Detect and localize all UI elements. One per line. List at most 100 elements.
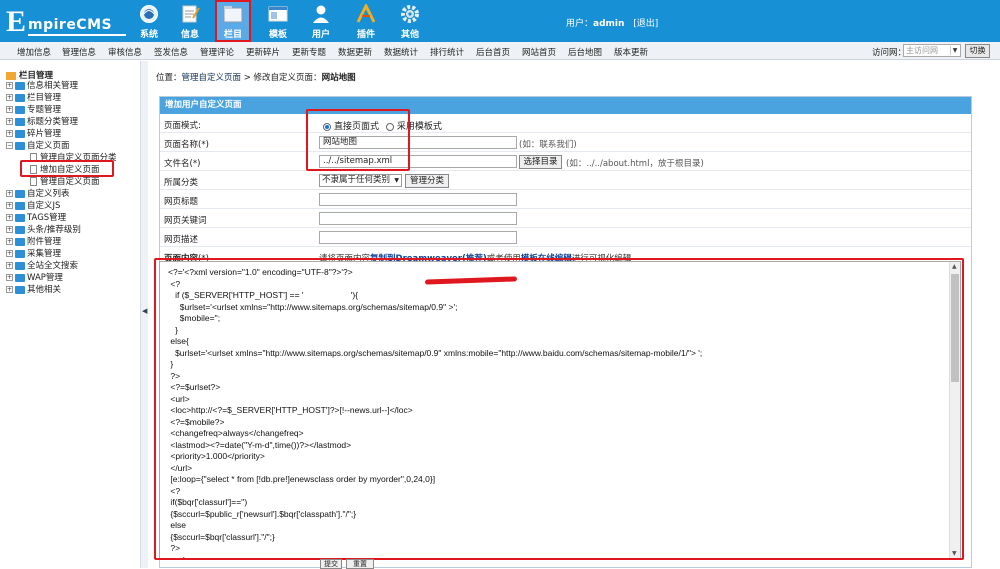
chevron-down-icon: ▼ [394, 177, 399, 184]
menu-add-info[interactable]: 增加信息 [17, 46, 51, 58]
expand-icon[interactable]: + [6, 238, 13, 245]
menu-update-topics[interactable]: 更新专题 [292, 46, 326, 58]
sidebar-item-fulltext-search[interactable]: + 全站全文搜索 [6, 260, 78, 272]
page-title-input[interactable] [319, 193, 517, 206]
nav-user-label: 用户 [311, 30, 330, 40]
sidebar-item-wap[interactable]: + WAP管理 [6, 272, 63, 284]
sidebar-item-custom-page[interactable]: − 自定义页面 [6, 140, 70, 152]
sidebar-item-label: 碎片管理 [27, 129, 62, 139]
sidebar-item-topic-manage[interactable]: + 专题管理 [6, 104, 61, 116]
folder-icon [15, 201, 25, 210]
nav-user-button[interactable]: 用户 [305, 2, 337, 40]
user-icon [313, 5, 329, 23]
menu-rank-stats[interactable]: 排行统计 [430, 46, 464, 58]
category-select-value: 不隶属于任何类别 [322, 175, 391, 185]
menu-data-update[interactable]: 数据更新 [338, 46, 372, 58]
folder-icon [15, 213, 25, 222]
sidebar-item-label: 专题管理 [27, 105, 62, 115]
expand-icon[interactable]: + [6, 262, 13, 269]
expand-icon[interactable]: + [6, 106, 13, 113]
file-label: 文件名(*) [164, 159, 201, 169]
nav-column-label: 栏目 [223, 30, 242, 40]
sidebar-item-collect[interactable]: + 采集管理 [6, 248, 61, 260]
empirecms-logo[interactable]: E mpireCMS [6, 7, 130, 37]
sidebar-item-fragment-manage[interactable]: + 碎片管理 [6, 128, 61, 140]
menu-manage-info[interactable]: 管理信息 [62, 46, 96, 58]
name-label: 页面名称(*) [164, 140, 209, 150]
logout-link[interactable]: [退出] [633, 19, 658, 29]
manage-category-button[interactable]: 管理分类 [405, 174, 449, 188]
sidebar-sub-manage-custom-page[interactable]: 管理自定义页面 [30, 176, 100, 188]
nav-system-button[interactable]: 系统 [133, 2, 165, 40]
folder-icon [15, 225, 25, 234]
folder-icon [15, 81, 25, 90]
user-label: 用户： [566, 19, 594, 29]
menu-admin-home[interactable]: 后台首页 [476, 46, 510, 58]
row-page-title: 网页标题 [160, 191, 971, 209]
system-icon [140, 5, 158, 23]
expand-icon[interactable]: + [6, 214, 13, 221]
keywords-input[interactable] [319, 212, 517, 225]
sidebar-item-other[interactable]: + 其他相关 [6, 284, 61, 296]
sidebar-item-info-related[interactable]: + 信息相关管理 [6, 80, 78, 92]
collapse-arrow-icon[interactable]: ◀ [142, 307, 147, 315]
category-label: 所属分类 [164, 178, 199, 188]
menu-version-update[interactable]: 版本更新 [614, 46, 648, 58]
sidebar-item-column-manage[interactable]: + 栏目管理 [6, 92, 61, 104]
expand-icon[interactable]: + [6, 130, 13, 137]
sidebar-item-label: 头条/推荐级别 [27, 225, 81, 235]
folder-icon [15, 285, 25, 294]
breadcrumb-current: 网站地图 [321, 73, 356, 83]
menu-data-stats[interactable]: 数据统计 [384, 46, 418, 58]
sidebar-item-tags[interactable]: + TAGS管理 [6, 212, 66, 224]
menu-sign-info[interactable]: 签发信息 [154, 46, 188, 58]
sidebar-sub-label: 管理自定义页面 [40, 177, 100, 187]
sidebar-item-custom-list[interactable]: + 自定义列表 [6, 188, 70, 200]
sidebar-splitter[interactable]: ◀ [140, 61, 148, 568]
highlight-box-content [154, 258, 964, 560]
sidebar-item-custom-js[interactable]: + 自定义JS [6, 200, 60, 212]
expand-icon[interactable]: + [6, 190, 13, 197]
highlight-box-sidebar [20, 160, 114, 177]
nav-column-button[interactable]: 栏目 [215, 0, 251, 42]
expand-icon[interactable]: + [6, 274, 13, 281]
menu-manage-comments[interactable]: 管理评论 [200, 46, 234, 58]
expand-icon[interactable]: + [6, 250, 13, 257]
folder-icon [15, 237, 25, 246]
file-hint: (如：../../about.html，放于根目录) [566, 159, 704, 169]
collapse-icon[interactable]: − [6, 142, 13, 149]
menu-review-info[interactable]: 审核信息 [108, 46, 142, 58]
top-header: E mpireCMS 系统 信息 栏目 模板 用户 插件 其他 用户：admin… [0, 0, 1000, 42]
row-description: 网页描述 [160, 229, 971, 247]
expand-icon[interactable]: + [6, 82, 13, 89]
nav-plugin-label: 插件 [356, 30, 375, 40]
menu-update-fragments[interactable]: 更新碎片 [246, 46, 280, 58]
nav-template-button[interactable]: 模板 [262, 2, 294, 40]
category-select[interactable]: 不隶属于任何类别 ▼ [319, 174, 402, 187]
name-hint: (如：联系我们) [519, 140, 577, 150]
logo-text: mpireCMS [28, 17, 113, 33]
sidebar-item-headline-level[interactable]: + 头条/推荐级别 [6, 224, 81, 236]
nav-plugin-button[interactable]: 插件 [350, 2, 382, 40]
visit-site-select[interactable]: 主访问网 ▼ [903, 44, 961, 57]
row-keywords: 网页关键词 [160, 210, 971, 228]
nav-other-button[interactable]: 其他 [394, 2, 426, 40]
nav-info-button[interactable]: 信息 [174, 2, 206, 40]
sidebar-item-label: 自定义JS [27, 201, 61, 211]
sidebar-item-title-category[interactable]: + 标题分类管理 [6, 116, 78, 128]
breadcrumb-sep: > 修改自定义页面： [241, 73, 322, 83]
column-icon [223, 6, 243, 23]
description-input[interactable] [319, 231, 517, 244]
menu-site-home[interactable]: 网站首页 [522, 46, 556, 58]
choose-dir-button[interactable]: 选择目录 [519, 155, 562, 169]
expand-icon[interactable]: + [6, 94, 13, 101]
row-category: 所属分类 不隶属于任何类别 ▼ 管理分类 [160, 172, 971, 190]
menu-admin-map[interactable]: 后台地图 [568, 46, 602, 58]
breadcrumb-link[interactable]: 管理自定义页面 [182, 73, 242, 83]
switch-button[interactable]: 切换 [965, 44, 990, 58]
expand-icon[interactable]: + [6, 226, 13, 233]
expand-icon[interactable]: + [6, 118, 13, 125]
expand-icon[interactable]: + [6, 286, 13, 293]
sidebar-item-attachments[interactable]: + 附件管理 [6, 236, 61, 248]
expand-icon[interactable]: + [6, 202, 13, 209]
